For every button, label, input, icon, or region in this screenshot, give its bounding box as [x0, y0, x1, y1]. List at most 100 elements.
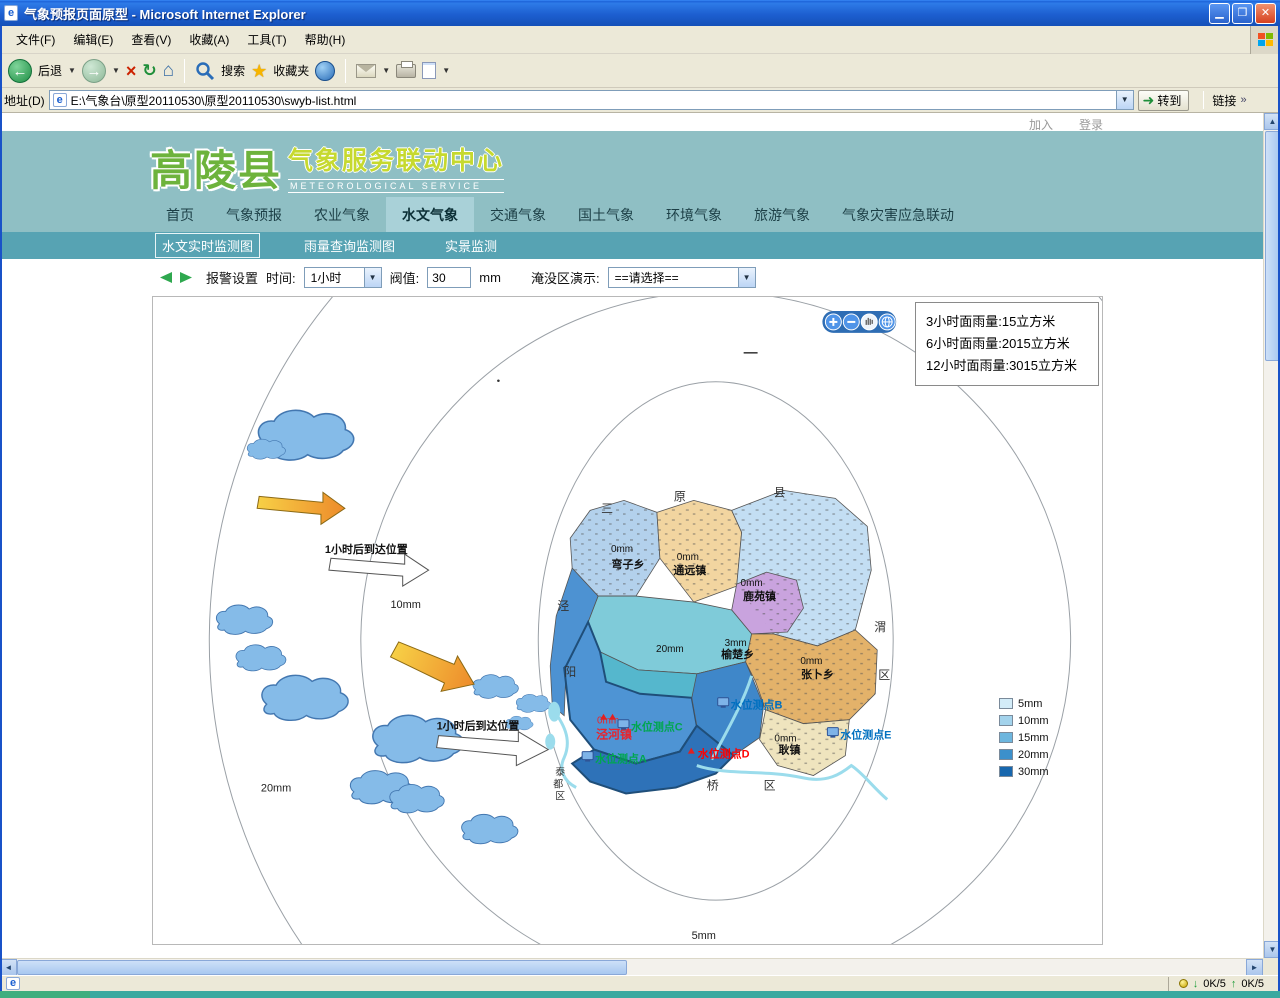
forward-dropdown-icon[interactable]: ▼	[112, 66, 120, 75]
search-icon[interactable]	[195, 61, 215, 81]
station-b-icon[interactable]	[718, 698, 729, 708]
rain-cloud-shapes	[216, 410, 550, 843]
close-button[interactable]: ✕	[1255, 3, 1276, 24]
menu-tools[interactable]: 工具(T)	[239, 27, 294, 52]
station-d-label[interactable]: 水位测点D	[698, 747, 750, 761]
time-select[interactable]: 1小时 ▼	[304, 267, 382, 288]
scroll-left-button[interactable]: ◄	[0, 959, 17, 976]
svg-text:都: 都	[553, 778, 563, 790]
time-select-arrow-icon[interactable]: ▼	[364, 268, 381, 287]
refresh-icon[interactable]: ↻	[142, 59, 156, 83]
subnav-live-view[interactable]: 实景监测	[439, 234, 503, 257]
menu-file[interactable]: 文件(F)	[8, 27, 63, 52]
hydrology-map[interactable]: 1小时后到达位置 1小时后到达位置 10mm 20mm 5mm 三 原 县 泾 …	[152, 296, 1103, 945]
nav-environment[interactable]: 环境气象	[650, 197, 738, 232]
arrival-label-1: 1小时后到达位置	[325, 542, 408, 556]
svg-text:泰: 泰	[555, 766, 565, 779]
nav-hydrology[interactable]: 水文气象	[386, 197, 474, 232]
town-tongyuan: 通远镇	[673, 563, 706, 577]
print-icon[interactable]	[396, 64, 416, 78]
main-nav: 首页 气象预报 农业气象 水文气象 交通气象 国土气象 环境气象 旅游气象 气象…	[0, 197, 1263, 232]
legend-swatch	[999, 766, 1013, 777]
rainfall-3h: 3小时面雨量:15立方米	[926, 311, 1088, 333]
menu-favorites[interactable]: 收藏(A)	[181, 27, 237, 52]
links-chevron-icon[interactable]: »	[1240, 94, 1246, 106]
scroll-right-button[interactable]: ►	[1246, 959, 1263, 976]
window-title: 气象预报页面原型 - Microsoft Internet Explorer	[24, 4, 306, 23]
svg-text:县: 县	[774, 485, 786, 499]
town-luyuan: 鹿苑镇	[743, 589, 776, 603]
back-label[interactable]: 后退	[38, 62, 62, 79]
search-label[interactable]: 搜索	[221, 62, 245, 79]
favorites-label[interactable]: 收藏夹	[273, 62, 309, 79]
minimize-button[interactable]: ▁	[1209, 3, 1230, 24]
svg-text:泾: 泾	[557, 599, 569, 613]
address-separator	[1203, 91, 1204, 109]
menu-edit[interactable]: 编辑(E)	[65, 27, 121, 52]
back-icon[interactable]: ←	[8, 59, 32, 83]
maximize-button[interactable]: ❐	[1232, 3, 1253, 24]
subnav-realtime-monitor[interactable]: 水文实时监测图	[155, 233, 260, 258]
station-a-label[interactable]: 水位测点A	[595, 752, 647, 766]
menu-help[interactable]: 帮助(H)	[297, 27, 354, 52]
flood-demo-value: ==请选择==	[609, 269, 685, 286]
pan-hand-button[interactable]	[861, 314, 877, 330]
svg-text:0mm: 0mm	[677, 552, 699, 563]
sub-nav: 水文实时监测图 雨量查询监测图 实景监测	[0, 232, 1263, 259]
mail-icon[interactable]	[356, 64, 376, 78]
rainfall-6h: 6小时面雨量:2015立方米	[926, 333, 1088, 355]
station-e-label[interactable]: 水位测点E	[840, 728, 891, 742]
logo-county-text: 高陵县	[150, 137, 282, 198]
status-page-icon: e	[6, 977, 20, 990]
address-bar: 地址(D) e E:\气象台\原型20110530\原型20110530\swy…	[0, 88, 1280, 113]
svg-text:0mm: 0mm	[774, 734, 796, 745]
nav-traffic[interactable]: 交通气象	[474, 197, 562, 232]
horizontal-scrollbar[interactable]: ◄ ►	[0, 958, 1263, 975]
site-logo: 高陵县 气象服务联动中心 METEOROLOGICAL SERVICE	[150, 137, 504, 198]
station-c-label[interactable]: 水位测点C	[631, 720, 683, 734]
station-b-label[interactable]: 水位测点B	[731, 698, 783, 712]
menu-bar: 文件(F) 编辑(E) 查看(V) 收藏(A) 工具(T) 帮助(H)	[0, 26, 1280, 54]
nav-tourism[interactable]: 旅游气象	[738, 197, 826, 232]
svg-text:原: 原	[674, 489, 686, 503]
nav-weather-forecast[interactable]: 气象预报	[210, 197, 298, 232]
browser-viewport: 加入 登录 高陵县 气象服务联动中心 METEOROLOGICAL SERVIC…	[0, 113, 1263, 958]
town-zhangbu: 张卜乡	[801, 667, 834, 681]
svg-text:区: 区	[878, 668, 890, 682]
area-rainfall-infobox: 3小时面雨量:15立方米 6小时面雨量:2015立方米 12小时面雨量:3015…	[915, 302, 1099, 386]
flood-demo-arrow-icon[interactable]: ▼	[738, 268, 755, 287]
subnav-rain-query[interactable]: 雨量查询监测图	[298, 234, 401, 257]
go-button[interactable]: ➜ 转到	[1138, 90, 1190, 111]
stop-icon[interactable]: ×	[126, 59, 137, 83]
more-tools-dropdown-icon[interactable]: ▼	[442, 66, 450, 75]
forward-icon[interactable]: →	[82, 59, 106, 83]
map-zoom-toolbar[interactable]	[822, 311, 896, 333]
threshold-label: 阀值:	[390, 268, 420, 287]
edit-icon[interactable]	[422, 62, 436, 79]
alarm-settings-label[interactable]: 报警设置	[206, 268, 258, 287]
flood-demo-select[interactable]: ==请选择== ▼	[608, 267, 756, 288]
upload-speed: 0K/5	[1241, 978, 1264, 990]
media-globe-icon[interactable]	[315, 61, 335, 81]
horizontal-scroll-thumb[interactable]	[17, 960, 627, 975]
address-dropdown-icon[interactable]: ▼	[1116, 91, 1133, 109]
svg-text:0mm: 0mm	[597, 716, 619, 727]
site-header: 高陵县 气象服务联动中心 METEOROLOGICAL SERVICE 首页 气…	[0, 131, 1263, 232]
links-label[interactable]: 链接	[1212, 92, 1236, 109]
threshold-input[interactable]	[427, 267, 471, 288]
menu-view[interactable]: 查看(V)	[123, 27, 179, 52]
home-icon[interactable]: ⌂	[163, 59, 174, 83]
white-arrow-1	[329, 554, 429, 586]
back-dropdown-icon[interactable]: ▼	[68, 66, 76, 75]
nav-home[interactable]: 首页	[150, 197, 210, 232]
nav-land[interactable]: 国土气象	[562, 197, 650, 232]
mail-dropdown-icon[interactable]: ▼	[382, 66, 390, 75]
favorites-icon[interactable]: ★	[251, 59, 267, 83]
prev-next-arrows[interactable]	[158, 270, 198, 285]
orange-arrow-1	[257, 492, 345, 524]
nav-agriculture[interactable]: 农业气象	[298, 197, 386, 232]
window-frame-left	[0, 26, 2, 991]
nav-disaster-emergency[interactable]: 气象灾害应急联动	[826, 197, 970, 232]
windows-logo	[1250, 26, 1280, 54]
address-input[interactable]: e E:\气象台\原型20110530\原型20110530\swyb-list…	[49, 90, 1134, 110]
